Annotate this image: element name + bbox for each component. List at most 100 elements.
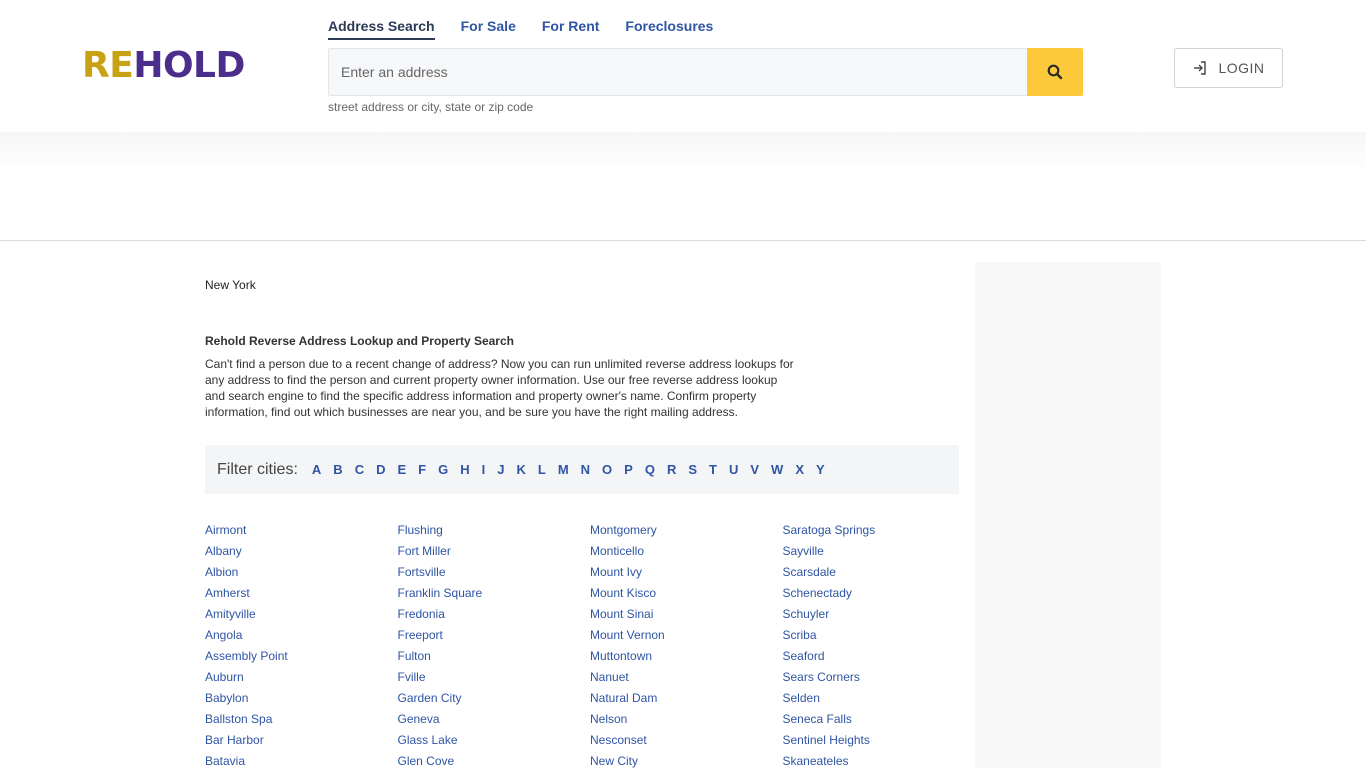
search-box bbox=[328, 48, 1083, 96]
city-link[interactable]: Seneca Falls bbox=[783, 709, 976, 730]
city-link[interactable]: Scriba bbox=[783, 625, 976, 646]
city-link[interactable]: Babylon bbox=[205, 688, 398, 709]
intro-title: Rehold Reverse Address Lookup and Proper… bbox=[205, 334, 514, 348]
city-column-3: Montgomery Monticello Mount Ivy Mount Ki… bbox=[590, 520, 783, 772]
city-link[interactable]: Mount Ivy bbox=[590, 562, 783, 583]
section-divider bbox=[0, 240, 1366, 241]
city-link[interactable]: New City bbox=[590, 751, 783, 772]
city-link[interactable]: Seaford bbox=[783, 646, 976, 667]
filter-letter[interactable]: T bbox=[709, 462, 717, 477]
city-link[interactable]: Skaneateles bbox=[783, 751, 976, 772]
city-link[interactable]: Mount Vernon bbox=[590, 625, 783, 646]
city-link[interactable]: Assembly Point bbox=[205, 646, 398, 667]
city-link[interactable]: Geneva bbox=[398, 709, 591, 730]
filter-letter[interactable]: C bbox=[355, 462, 364, 477]
filter-letter[interactable]: V bbox=[750, 462, 759, 477]
filter-letter[interactable]: U bbox=[729, 462, 738, 477]
city-link[interactable]: Fredonia bbox=[398, 604, 591, 625]
city-link[interactable]: Franklin Square bbox=[398, 583, 591, 604]
city-link[interactable]: Amityville bbox=[205, 604, 398, 625]
city-link[interactable]: Airmont bbox=[205, 520, 398, 541]
city-link[interactable]: Amherst bbox=[205, 583, 398, 604]
city-link[interactable]: Nelson bbox=[590, 709, 783, 730]
city-link[interactable]: Auburn bbox=[205, 667, 398, 688]
city-link[interactable]: Fulton bbox=[398, 646, 591, 667]
city-list: Airmont Albany Albion Amherst Amityville… bbox=[205, 520, 975, 772]
filter-letter[interactable]: D bbox=[376, 462, 385, 477]
filter-letter[interactable]: R bbox=[667, 462, 676, 477]
city-link[interactable]: Fort Miller bbox=[398, 541, 591, 562]
filter-letter[interactable]: M bbox=[558, 462, 569, 477]
filter-label: Filter cities: bbox=[217, 460, 298, 478]
sidebar-ad-placeholder bbox=[975, 262, 1161, 768]
city-column-4: Saratoga Springs Sayville Scarsdale Sche… bbox=[783, 520, 976, 772]
city-column-2: Flushing Fort Miller Fortsville Franklin… bbox=[398, 520, 591, 772]
city-link[interactable]: Schenectady bbox=[783, 583, 976, 604]
filter-letter[interactable]: S bbox=[688, 462, 697, 477]
filter-letter[interactable]: X bbox=[795, 462, 804, 477]
address-search-input[interactable] bbox=[328, 48, 1027, 96]
sign-in-icon bbox=[1194, 61, 1207, 75]
city-link[interactable]: Albion bbox=[205, 562, 398, 583]
search-button[interactable] bbox=[1027, 48, 1083, 96]
city-filter-bar: Filter cities: A B C D E F G H I J K L M… bbox=[205, 445, 959, 494]
filter-letter[interactable]: I bbox=[482, 462, 486, 477]
city-link[interactable]: Freeport bbox=[398, 625, 591, 646]
tab-for-rent[interactable]: For Rent bbox=[542, 16, 600, 40]
filter-letter[interactable]: O bbox=[602, 462, 612, 477]
city-link[interactable]: Sayville bbox=[783, 541, 976, 562]
city-column-1: Airmont Albany Albion Amherst Amityville… bbox=[205, 520, 398, 772]
city-link[interactable]: Schuyler bbox=[783, 604, 976, 625]
filter-letter[interactable]: K bbox=[516, 462, 525, 477]
city-link[interactable]: Flushing bbox=[398, 520, 591, 541]
city-link[interactable]: Selden bbox=[783, 688, 976, 709]
site-header: REHOLD Address Search For Sale For Rent … bbox=[0, 0, 1366, 132]
city-link[interactable]: Fortsville bbox=[398, 562, 591, 583]
city-link[interactable]: Scarsdale bbox=[783, 562, 976, 583]
city-link[interactable]: Nanuet bbox=[590, 667, 783, 688]
city-link[interactable]: Fville bbox=[398, 667, 591, 688]
city-link[interactable]: Angola bbox=[205, 625, 398, 646]
filter-letter[interactable]: A bbox=[312, 462, 321, 477]
city-link[interactable]: Mount Sinai bbox=[590, 604, 783, 625]
city-link[interactable]: Bar Harbor bbox=[205, 730, 398, 751]
filter-letter[interactable]: F bbox=[418, 462, 426, 477]
filter-letter[interactable]: Q bbox=[645, 462, 655, 477]
login-button[interactable]: LOGIN bbox=[1174, 48, 1283, 88]
intro-text: Can't find a person due to a recent chan… bbox=[205, 357, 794, 419]
city-link[interactable]: Nesconset bbox=[590, 730, 783, 751]
filter-letter[interactable]: Y bbox=[816, 462, 825, 477]
filter-letter[interactable]: B bbox=[333, 462, 342, 477]
city-link[interactable]: Mount Kisco bbox=[590, 583, 783, 604]
filter-letter[interactable]: W bbox=[771, 462, 783, 477]
city-link[interactable]: Glen Cove bbox=[398, 751, 591, 772]
filter-letter[interactable]: H bbox=[460, 462, 469, 477]
filter-letter[interactable]: L bbox=[538, 462, 546, 477]
tab-foreclosures[interactable]: Foreclosures bbox=[625, 16, 713, 40]
city-link[interactable]: Albany bbox=[205, 541, 398, 562]
city-link[interactable]: Monticello bbox=[590, 541, 783, 562]
breadcrumb: New York bbox=[205, 278, 256, 292]
filter-letter[interactable]: G bbox=[438, 462, 448, 477]
filter-letter[interactable]: P bbox=[624, 462, 633, 477]
search-icon bbox=[1047, 64, 1063, 80]
city-link[interactable]: Sears Corners bbox=[783, 667, 976, 688]
city-link[interactable]: Batavia bbox=[205, 751, 398, 772]
filter-letter[interactable]: E bbox=[397, 462, 406, 477]
logo-hold-text: HOLD bbox=[133, 45, 245, 86]
city-link[interactable]: Saratoga Springs bbox=[783, 520, 976, 541]
filter-letter[interactable]: N bbox=[581, 462, 590, 477]
header-shadow bbox=[0, 132, 1366, 172]
tab-address-search[interactable]: Address Search bbox=[328, 16, 435, 40]
city-link[interactable]: Muttontown bbox=[590, 646, 783, 667]
filter-letter[interactable]: J bbox=[497, 462, 504, 477]
search-tabs: Address Search For Sale For Rent Foreclo… bbox=[328, 16, 739, 42]
city-link[interactable]: Montgomery bbox=[590, 520, 783, 541]
city-link[interactable]: Natural Dam bbox=[590, 688, 783, 709]
city-link[interactable]: Glass Lake bbox=[398, 730, 591, 751]
city-link[interactable]: Sentinel Heights bbox=[783, 730, 976, 751]
tab-for-sale[interactable]: For Sale bbox=[461, 16, 516, 40]
city-link[interactable]: Garden City bbox=[398, 688, 591, 709]
rehold-logo[interactable]: REHOLD bbox=[82, 46, 245, 86]
city-link[interactable]: Ballston Spa bbox=[205, 709, 398, 730]
